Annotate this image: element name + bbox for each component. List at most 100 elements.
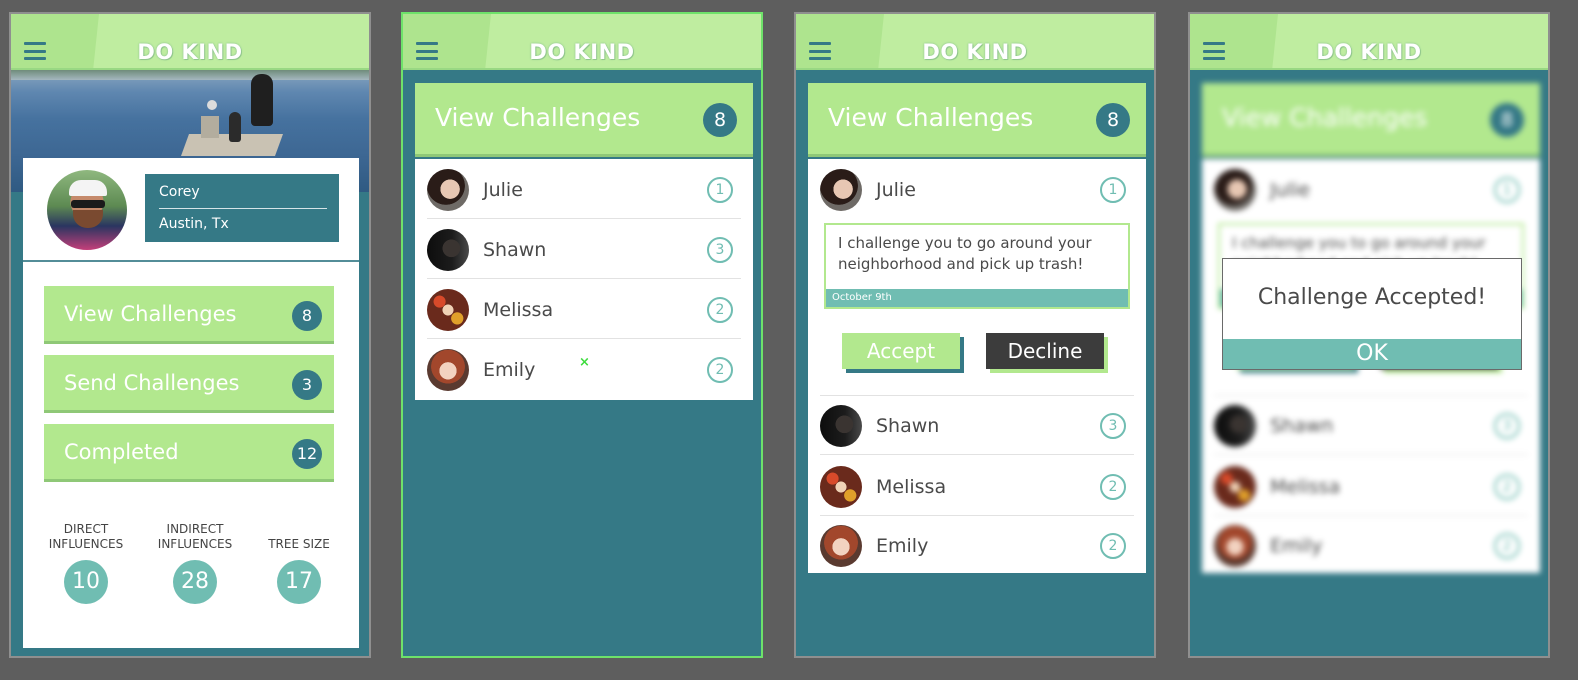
list-item-count: 2 [1494,474,1520,500]
stat-value: 17 [277,560,321,604]
header-count: 8 [1490,103,1524,137]
stat-value: 28 [173,560,217,604]
list-item-shawn[interactable]: Shawn 3 [808,395,1146,455]
header-title: View Challenges [828,103,1034,132]
divider [23,260,359,262]
profile-location: Austin, Tx [159,216,229,232]
completed-button[interactable]: Completed 12 [44,424,334,482]
list-item-count: 1 [1100,177,1126,203]
completed-label: Completed [64,440,179,464]
avatar[interactable] [47,170,127,250]
list-item-name: Shawn [1270,415,1334,437]
stat-indirect-influences: INDIRECT INFLUENCES 28 [150,520,240,604]
avatar [427,289,469,331]
profile-card: Corey Austin, Tx View Challenges 8 Send … [23,158,359,648]
stat-label: DIRECT INFLUENCES [48,522,124,551]
view-challenges-header[interactable]: View Challenges 8 [415,83,753,157]
top-bar: DO KIND [11,14,369,70]
list-item-count: 2 [707,357,733,383]
list-item-count: 2 [1100,474,1126,500]
list-item-shawn[interactable]: Shawn 3 [415,219,753,279]
header-title: View Challenges [1222,103,1428,132]
avatar [1214,169,1256,211]
view-challenges-button[interactable]: View Challenges 8 [44,286,334,344]
list-item-count: 1 [707,177,733,203]
screen-profile: DO KIND Corey Austin, Tx View Challenges… [9,12,371,658]
challenge-message-box: I challenge you to go around your neighb… [824,223,1130,309]
challenge-accepted-modal: Challenge Accepted! OK [1222,258,1522,370]
list-item-melissa: Melissa 2 [1202,456,1540,516]
list-item-count: 1 [1494,177,1520,203]
list-item-julie[interactable]: Julie 1 [808,159,1146,219]
list-item-count: 2 [1100,533,1126,559]
app-logo: DO KIND [529,40,635,64]
list-item-name: Emily [876,535,929,557]
avatar [820,169,862,211]
view-challenges-label: View Challenges [64,302,237,326]
app-logo: DO KIND [922,40,1028,64]
stat-direct-influences: DIRECT INFLUENCES 10 [41,520,131,604]
header-title: View Challenges [435,103,641,132]
close-icon[interactable]: × [579,355,590,370]
stat-value: 10 [64,560,108,604]
top-bar: DO KIND [403,14,761,70]
list-item-emily[interactable]: Emily × 2 [415,339,753,399]
list-item-emily: Emily 2 [1202,515,1540,575]
header-count: 8 [703,103,737,137]
list-item-name: Melissa [876,476,947,498]
list-item-count: 3 [707,237,733,263]
challenge-list: Julie 1 I challenge you to go around you… [808,159,1146,573]
list-item-julie: Julie 1 [1202,159,1540,219]
list-item-melissa[interactable]: Melissa 2 [808,456,1146,516]
view-challenges-header[interactable]: View Challenges 8 [808,83,1146,157]
screen-challenge-list: DO KIND View Challenges 8 Julie 1 Shawn … [401,12,763,658]
stat-label: TREE SIZE [268,537,330,551]
list-item-name: Shawn [483,239,547,261]
completed-count: 12 [292,439,322,469]
send-challenges-label: Send Challenges [64,371,240,395]
list-item-melissa[interactable]: Melissa 2 [415,279,753,339]
stat-label: INDIRECT INFLUENCES [157,522,233,551]
accept-button[interactable]: Accept [842,333,960,369]
avatar [1214,525,1256,567]
send-challenges-count: 3 [292,370,322,400]
list-item-name: Emily [1270,535,1323,557]
list-item-name: Julie [1270,179,1310,201]
avatar [1214,405,1256,447]
avatar [1214,466,1256,508]
challenge-list: Julie 1 Shawn 3 Melissa 2 Emily × 2 [415,159,753,400]
top-bar: DO KIND [796,14,1154,70]
list-item-name: Emily [483,359,536,381]
decline-button[interactable]: Decline [986,333,1104,369]
stat-tree-size: TREE SIZE 17 [254,520,344,604]
modal-message: Challenge Accepted! [1257,285,1487,310]
screen-challenge-accepted: DO KIND View Challenges 8 Julie 1 I chal… [1188,12,1550,658]
profile-info: Corey Austin, Tx [145,174,339,242]
view-challenges-count: 8 [292,301,322,331]
list-item-name: Julie [876,179,916,201]
list-item-count: 3 [1100,413,1126,439]
avatar [820,466,862,508]
screen-challenge-detail: DO KIND View Challenges 8 Julie 1 I chal… [794,12,1156,658]
avatar [427,169,469,211]
list-item-shawn: Shawn 3 [1202,395,1540,455]
app-logo: DO KIND [137,40,243,64]
avatar [427,349,469,391]
header-count: 8 [1096,103,1130,137]
send-challenges-button[interactable]: Send Challenges 3 [44,355,334,413]
list-item-name: Melissa [1270,476,1341,498]
ok-button[interactable]: OK [1223,339,1521,369]
avatar [427,229,469,271]
list-item-name: Shawn [876,415,940,437]
list-item-name: Melissa [483,299,554,321]
challenge-date: October 9th [826,289,1128,307]
list-item-count: 2 [1494,533,1520,559]
top-bar: DO KIND [1190,14,1548,70]
list-item-count: 3 [1494,413,1520,439]
app-logo: DO KIND [1316,40,1422,64]
list-item-julie[interactable]: Julie 1 [415,159,753,219]
list-item-emily[interactable]: Emily 2 [808,515,1146,575]
list-item-count: 2 [707,297,733,323]
profile-name: Corey [159,184,200,200]
challenge-message: I challenge you to go around your neighb… [838,234,1092,273]
